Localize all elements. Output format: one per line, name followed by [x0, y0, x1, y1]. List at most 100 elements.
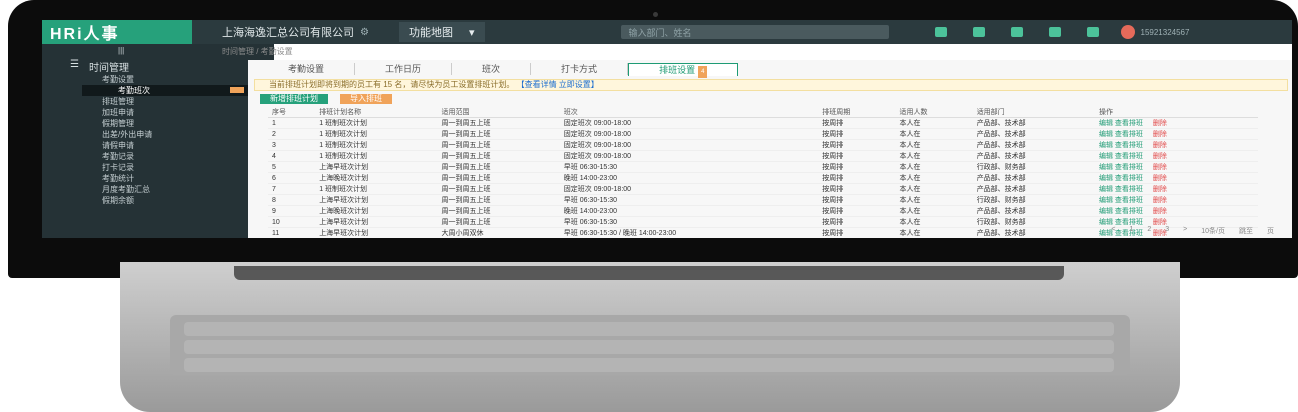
table-cell: 本人在	[895, 183, 973, 195]
table-cell: 晚班 14:00-23:00	[559, 205, 819, 217]
menu-icon: ☰	[70, 59, 79, 70]
sidebar-item-active[interactable]: 考勤班次	[82, 85, 274, 96]
message-icon[interactable]	[934, 27, 947, 37]
sidebar-section-time[interactable]: ☰ 时间管理	[42, 55, 274, 74]
edit-link[interactable]: 编辑 查看排班	[1099, 153, 1143, 160]
delete-link[interactable]: 删除	[1153, 208, 1167, 215]
pagination-item[interactable]: >	[1183, 226, 1187, 236]
table-cell: 本人在	[895, 172, 973, 184]
table-row[interactable]: 71 班制班次计划 周一到周五上班 固定班次 09:00-18:00 按周排 本人在 产品…	[268, 183, 1258, 195]
phone-icon[interactable]	[1048, 27, 1061, 37]
sidebar-item[interactable]: 出差/外出申请	[42, 129, 274, 140]
sidebar-item[interactable]: 打卡记录	[42, 162, 274, 173]
function-map-select[interactable]: 功能地图 ▾	[398, 22, 485, 42]
notice-link[interactable]: 【查看详情 立即设置】	[517, 80, 599, 89]
sidebar-item[interactable]: 考勤记录	[42, 151, 274, 162]
table-cell: 1 班制班次计划	[315, 150, 438, 162]
chevron-down-icon: ▾	[468, 26, 475, 39]
pagination-item[interactable]: 3	[1165, 226, 1169, 236]
delete-link[interactable]: 删除	[1153, 219, 1167, 226]
switch-company-icon[interactable]: ⚙	[360, 27, 369, 38]
table-row[interactable]: 6 上海晚班次计划 周一到周五上班 晚班 14:00-23:00 按周排 本人在 产品部、技…	[268, 172, 1258, 184]
table-row[interactable]: 31 班制班次计划 周一到周五上班 固定班次 09:00-18:00 按周排 本人在 产品…	[268, 139, 1258, 151]
edit-link[interactable]: 编辑 查看排班	[1099, 197, 1143, 204]
table-cell: 产品部、技术部	[972, 150, 1095, 162]
pagination-item[interactable]: 10条/页	[1201, 226, 1225, 236]
delete-link[interactable]: 删除	[1153, 186, 1167, 193]
row-actions: 编辑 查看排班 删除	[1094, 194, 1258, 206]
edit-link[interactable]: 编辑 查看排班	[1099, 142, 1143, 149]
pagination-item[interactable]: <	[1111, 226, 1115, 236]
add-schedule-button[interactable]: 新增排班计划	[260, 94, 328, 104]
table-cell: 本人在	[895, 117, 973, 129]
bell-icon[interactable]	[1086, 27, 1099, 37]
table-cell: 周一到周五上班	[437, 139, 560, 151]
delete-link[interactable]: 删除	[1153, 197, 1167, 204]
edit-link[interactable]: 编辑 查看排班	[1099, 175, 1143, 182]
table-row[interactable]: 10 上海早班次计划 周一到周五上班 早班 06:30-15:30 按周排 本人在 行政部、…	[268, 216, 1258, 228]
edit-link[interactable]: 编辑 查看排班	[1099, 219, 1143, 226]
pagination-item[interactable]: 页	[1267, 226, 1274, 236]
delete-link[interactable]: 删除	[1153, 153, 1167, 160]
user-menu[interactable]: 15921324567	[1120, 25, 1189, 39]
sidebar-item[interactable]: 假期管理	[42, 118, 274, 129]
sidebar-item[interactable]: 排班管理	[42, 96, 274, 107]
table-cell: 1 班制班次计划	[315, 183, 438, 195]
pagination-item[interactable]: 2	[1147, 226, 1151, 236]
delete-link[interactable]: 删除	[1153, 164, 1167, 171]
edit-link[interactable]: 编辑 查看排班	[1099, 164, 1143, 171]
table-cell: 固定班次 09:00-18:00	[559, 128, 819, 140]
table-row[interactable]: 21 班制班次计划 周一到周五上班 固定班次 09:00-18:00 按周排 本人在 产品…	[268, 128, 1258, 140]
tab-shifts[interactable]: 班次	[452, 63, 532, 75]
sidebar-item[interactable]: 考勤设置	[42, 74, 274, 85]
delete-link[interactable]: 删除	[1153, 142, 1167, 149]
sidebar-item[interactable]: 月度考勤汇总	[42, 184, 274, 195]
search-input[interactable]: 输入部门、姓名	[620, 25, 889, 39]
action-buttons: 新增排班计划 导入排班	[260, 94, 1292, 104]
sidebar-item[interactable]: 加班申请	[42, 107, 274, 118]
table-cell: 固定班次 09:00-18:00	[559, 150, 819, 162]
mail-icon[interactable]	[1010, 27, 1023, 37]
keyboard-row	[184, 322, 1114, 336]
table-row[interactable]: 11 班制班次计划 周一到周五上班 固定班次 09:00-18:00 按周排 本人在 产品…	[268, 117, 1258, 129]
keyboard-row	[184, 358, 1114, 372]
table-cell: 本人在	[895, 150, 973, 162]
function-map-label: 功能地图	[408, 27, 453, 39]
table-cell: 本人在	[895, 227, 973, 238]
breadcrumb[interactable]: 时间管理 / 考勤设置	[222, 46, 293, 57]
delete-link[interactable]: 删除	[1153, 120, 1167, 127]
table-cell: 按周排	[818, 227, 896, 238]
pagination-item[interactable]: 跳至	[1239, 226, 1253, 236]
delete-link[interactable]: 删除	[1153, 175, 1167, 182]
table-cell: 上海早班次计划	[315, 227, 438, 238]
pagination-item[interactable]: 1	[1129, 226, 1133, 236]
row-actions: 编辑 查看排班 删除	[1094, 150, 1258, 162]
table-cell: 按周排	[818, 139, 896, 151]
table-row[interactable]: 5 上海早班次计划 周一到周五上班 早班 06:30-15:30 按周排 本人在 行政部、财…	[268, 161, 1258, 173]
table-row[interactable]: 9 上海晚班次计划 周一到周五上班 晚班 14:00-23:00 按周排 本人在 产品部、技…	[268, 205, 1258, 217]
help-icon[interactable]	[972, 27, 985, 37]
edit-link[interactable]: 编辑 查看排班	[1099, 186, 1143, 193]
new-badge	[230, 87, 244, 93]
tab-schedule-settings[interactable]: 排班设置 4	[628, 63, 739, 78]
table-row[interactable]: 11 上海早班次计划 大周小周双休 早班 06:30-15:30 / 晚班 14:00…	[268, 227, 1258, 238]
table-row[interactable]: 41 班制班次计划 周一到周五上班 固定班次 09:00-18:00 按周排 本人在 产品…	[268, 150, 1258, 162]
delete-link[interactable]: 删除	[1153, 131, 1167, 138]
tab-clock-methods[interactable]: 打卡方式	[531, 63, 629, 75]
table-cell: 按周排	[818, 183, 896, 195]
tab-attendance-settings[interactable]: 考勤设置	[258, 63, 356, 75]
edit-link[interactable]: 编辑 查看排班	[1099, 131, 1143, 138]
tab-work-calendar[interactable]: 工作日历	[355, 63, 453, 75]
table-row[interactable]: 8 上海早班次计划 周一到周五上班 早班 06:30-15:30 按周排 本人在 行政部、财…	[268, 194, 1258, 206]
table-cell: 产品部、技术部	[972, 139, 1095, 151]
table-cell: 固定班次 09:00-18:00	[559, 183, 819, 195]
edit-link[interactable]: 编辑 查看排班	[1099, 208, 1143, 215]
table-cell: 按周排	[818, 205, 896, 217]
import-button[interactable]: 导入排班	[340, 94, 392, 104]
app-logo[interactable]: HRi人事	[42, 20, 192, 44]
sidebar-item[interactable]: 假期余额	[42, 195, 274, 206]
sidebar-item[interactable]: 考勤统计	[42, 173, 274, 184]
company-name[interactable]: 上海海逸汇总公司有限公司	[222, 24, 354, 40]
sidebar-item[interactable]: 请假申请	[42, 140, 274, 151]
edit-link[interactable]: 编辑 查看排班	[1099, 120, 1143, 127]
